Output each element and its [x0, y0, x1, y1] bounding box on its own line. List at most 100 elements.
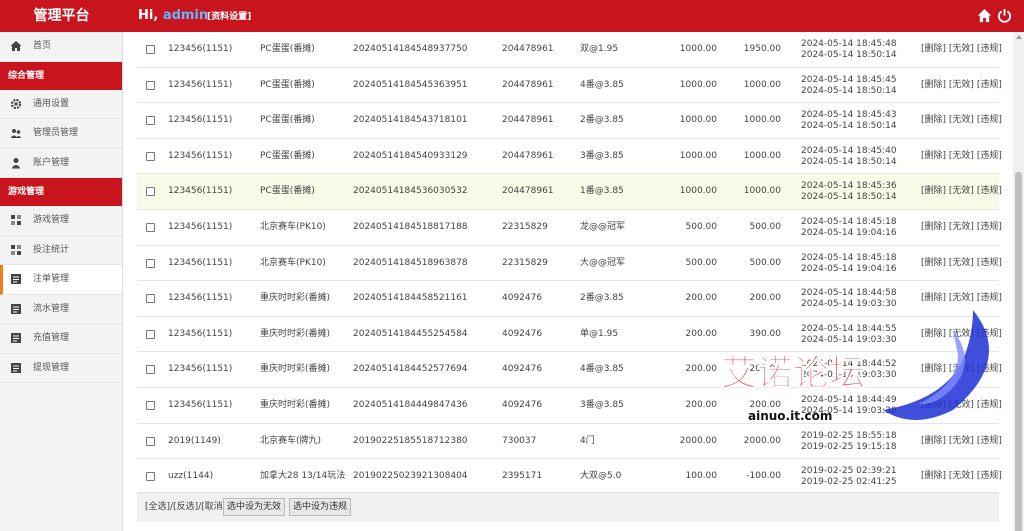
- invalid-link[interactable]: [无效]: [949, 400, 974, 410]
- invalid-link[interactable]: [无效]: [949, 186, 974, 196]
- cell-bet-content: 双@1.95: [580, 44, 619, 54]
- cell-game: 北京赛车(牌九): [260, 435, 322, 446]
- delete-link[interactable]: [删除]: [921, 329, 946, 339]
- invalid-link[interactable]: [无效]: [949, 471, 974, 481]
- invalid-link[interactable]: [无效]: [949, 258, 974, 268]
- table-row[interactable]: 123456(1151) 重庆时时彩(番摊) 2024051418444984743…: [137, 388, 1002, 424]
- top-bar: 管理平台 Hi, admin [资料设置]: [0, 0, 1024, 32]
- table-row[interactable]: 123456(1151) 北京赛车(PK10) 202405141845189638…: [137, 246, 1002, 282]
- delete-link[interactable]: [删除]: [921, 222, 946, 232]
- table-footer: [全选]/[反选]/[取消] 选中设为无效 选中设为违规: [137, 492, 999, 522]
- home-icon[interactable]: [977, 8, 992, 23]
- row-checkbox[interactable]: [146, 116, 155, 126]
- settle-time: 2024-05-14 18:50:14: [801, 192, 897, 203]
- sidebar-item-general-settings[interactable]: 通用设置: [0, 90, 122, 119]
- invalid-link[interactable]: [无效]: [949, 80, 974, 90]
- row-checkbox[interactable]: [146, 436, 155, 446]
- table-row[interactable]: 123456(1151) PC蛋蛋(番摊) 20240514184545363951…: [137, 68, 1002, 104]
- delete-link[interactable]: [删除]: [921, 186, 946, 196]
- sidebar-item-bet-statistics[interactable]: 投注统计: [0, 236, 122, 265]
- violation-link[interactable]: [违规]: [977, 364, 1002, 374]
- bet-time: 2024-05-14 18:45:36: [801, 181, 897, 192]
- violation-link[interactable]: [违规]: [977, 436, 1002, 446]
- row-checkbox[interactable]: [146, 365, 155, 375]
- table-row[interactable]: 123456(1151) 重庆时时彩(番摊) 2024051418445525458…: [137, 317, 1002, 353]
- table-row[interactable]: 123456(1151) PC蛋蛋(番摊) 20240514184536030532…: [137, 174, 1002, 210]
- row-checkbox[interactable]: [146, 258, 155, 268]
- violation-link[interactable]: [违规]: [977, 329, 1002, 339]
- sidebar-item-account-management[interactable]: 账户管理: [0, 149, 122, 178]
- invalid-link[interactable]: [无效]: [949, 115, 974, 125]
- delete-link[interactable]: [删除]: [921, 151, 946, 161]
- violation-link[interactable]: [违规]: [977, 186, 1002, 196]
- violation-link[interactable]: [违规]: [977, 151, 1002, 161]
- sidebar-item-flow-management[interactable]: 流水管理: [0, 295, 122, 324]
- sidebar-item-bet-management[interactable]: 注单管理: [0, 265, 122, 295]
- row-checkbox[interactable]: [146, 151, 155, 161]
- cell-amount: 2000.00: [679, 435, 717, 446]
- table-row[interactable]: 123456(1151) 重庆时时彩(番摊) 2024051418445852116…: [137, 281, 1002, 317]
- table-row[interactable]: 123456(1151) 重庆时时彩(番摊) 2024051418445257769…: [137, 352, 1002, 388]
- delete-link[interactable]: [删除]: [921, 436, 946, 446]
- delete-link[interactable]: [删除]: [921, 400, 946, 410]
- delete-link[interactable]: [删除]: [921, 115, 946, 125]
- sidebar-item-recharge-management[interactable]: 充值管理: [0, 324, 122, 354]
- scroll-up-arrow-icon[interactable]: [1016, 35, 1022, 39]
- invalid-link[interactable]: [无效]: [949, 364, 974, 374]
- row-checkbox[interactable]: [146, 472, 155, 482]
- sidebar-item-home[interactable]: 首页: [0, 32, 122, 62]
- row-checkbox[interactable]: [146, 401, 155, 410]
- table-row[interactable]: 123456(1151) PC蛋蛋(番摊) 20240514184540933129…: [137, 139, 1002, 175]
- violation-link[interactable]: [违规]: [977, 471, 1002, 481]
- row-checkbox[interactable]: [146, 187, 155, 197]
- invalid-link[interactable]: [无效]: [949, 222, 974, 232]
- violation-link[interactable]: [违规]: [977, 258, 1002, 268]
- violation-link[interactable]: [违规]: [977, 115, 1002, 125]
- invalid-link[interactable]: [无效]: [949, 436, 974, 446]
- table-row[interactable]: 123456(1151) 北京赛车(PK10) 202405141845188171…: [137, 210, 1002, 246]
- row-checkbox[interactable]: [146, 223, 155, 232]
- scrollbar[interactable]: [1013, 32, 1024, 531]
- table-row[interactable]: 123456(1151) PC蛋蛋(番摊) 20240514184548937750…: [137, 32, 1002, 68]
- sidebar-section-games: 游戏管理: [0, 178, 122, 206]
- table-row[interactable]: 2019(1149) 北京赛车(牌九) 20190225185518712380 73…: [137, 424, 1002, 460]
- scroll-thumb[interactable]: [1015, 172, 1022, 531]
- violation-link[interactable]: [违规]: [977, 400, 1002, 410]
- delete-link[interactable]: [删除]: [921, 364, 946, 374]
- invalid-link[interactable]: [无效]: [949, 293, 974, 303]
- table-row[interactable]: 123456(1151) PC蛋蛋(番摊) 20240514184543718101…: [137, 103, 1002, 139]
- settle-time: 2024-05-14 19:03:30: [801, 299, 897, 310]
- cell-user: 123456(1151): [168, 222, 233, 232]
- cell-amount: 200.00: [685, 400, 718, 410]
- invalid-link[interactable]: [无效]: [949, 44, 974, 54]
- delete-link[interactable]: [删除]: [921, 80, 946, 90]
- row-checkbox[interactable]: [146, 294, 155, 304]
- set-invalid-button[interactable]: 选中设为无效: [223, 498, 286, 516]
- sidebar-item-admin-management[interactable]: 管理员管理: [0, 119, 122, 149]
- invalid-link[interactable]: [无效]: [949, 329, 974, 339]
- invalid-link[interactable]: [无效]: [949, 151, 974, 161]
- row-checkbox[interactable]: [146, 45, 155, 54]
- violation-link[interactable]: [违规]: [977, 293, 1002, 303]
- sidebar-item-game-management[interactable]: 游戏管理: [0, 206, 122, 236]
- delete-link[interactable]: [删除]: [921, 44, 946, 54]
- delete-link[interactable]: [删除]: [921, 258, 946, 268]
- table-row[interactable]: uzz(1144) 加拿大28 13/14玩法 201902250239213084…: [137, 459, 1002, 495]
- delete-link[interactable]: [删除]: [921, 293, 946, 303]
- violation-link[interactable]: [违规]: [977, 222, 1002, 232]
- cell-order-number: 20240514184545363951: [353, 79, 468, 90]
- delete-link[interactable]: [删除]: [921, 471, 946, 481]
- row-checkbox[interactable]: [146, 329, 155, 339]
- row-checkbox[interactable]: [146, 80, 155, 90]
- set-violation-button[interactable]: 选中设为违规: [289, 498, 352, 516]
- row-actions: [删除] [无效] [违规]: [921, 103, 1002, 139]
- cell-payout: 390.00: [749, 328, 782, 339]
- sidebar-item-withdraw-management[interactable]: 提现管理: [0, 354, 122, 383]
- greeting: Hi, admin: [138, 0, 208, 32]
- profile-settings-link[interactable]: [资料设置]: [207, 0, 251, 32]
- violation-link[interactable]: [违规]: [977, 44, 1002, 54]
- power-icon[interactable]: [997, 8, 1012, 23]
- violation-link[interactable]: [违规]: [977, 80, 1002, 90]
- bet-time: 2024-05-14 18:44:49: [801, 395, 897, 405]
- select-all-toggle[interactable]: [全选]/[反选]/[取消]: [145, 493, 226, 521]
